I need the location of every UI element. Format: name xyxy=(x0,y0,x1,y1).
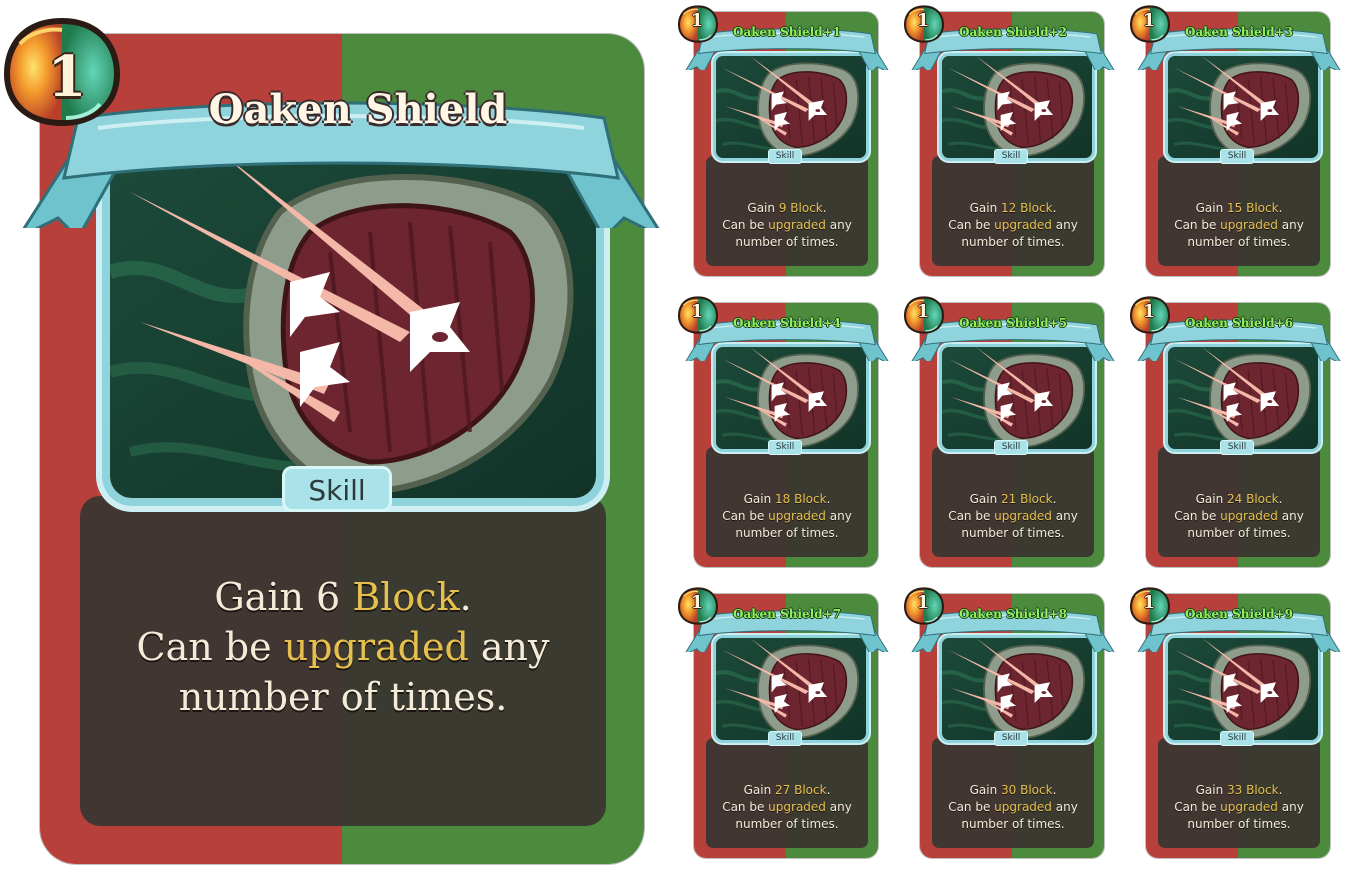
card-type-tag: Skill xyxy=(994,731,1028,746)
card-oaken-shield-upgrade[interactable]: Oaken Shield+6 Skill 1 Gain 24 Block. Can be… xyxy=(1136,301,1342,577)
card-cost: 1 xyxy=(1142,592,1156,613)
oaken-shield-art xyxy=(716,347,866,449)
keyword-block: Block xyxy=(1246,492,1279,506)
block-value: 24 xyxy=(1227,492,1243,506)
oaken-shield-art xyxy=(942,347,1092,449)
card-type-tag: Skill xyxy=(768,440,802,455)
card-cost: 1 xyxy=(916,301,930,322)
card-oaken-shield-upgrade[interactable]: Oaken Shield+4 Skill 1 Gain 18 Block. Can be… xyxy=(684,301,890,577)
block-value: 33 xyxy=(1227,783,1243,797)
block-value: 12 xyxy=(1001,201,1017,215)
keyword-upgraded: upgraded xyxy=(994,800,1052,814)
keyword-block: Block xyxy=(1246,201,1279,215)
card-title: Oaken Shield+8 xyxy=(958,607,1068,621)
card-title: Oaken Shield+6 xyxy=(1184,316,1294,330)
oaken-shield-art xyxy=(716,638,866,740)
block-value: 30 xyxy=(1001,783,1017,797)
keyword-block: Block xyxy=(794,783,827,797)
keyword-upgraded: upgraded xyxy=(768,800,826,814)
oaken-shield-art xyxy=(1168,638,1318,740)
card-title: Oaken Shield+5 xyxy=(958,316,1068,330)
keyword-block: Block xyxy=(1020,783,1053,797)
card-title: Oaken Shield+1 xyxy=(732,25,842,39)
card-type-tag: Skill xyxy=(1220,731,1254,746)
keyword-block: Block xyxy=(790,201,823,215)
card-type-tag: Skill xyxy=(1220,440,1254,455)
card-title: Oaken Shield+9 xyxy=(1184,607,1294,621)
card-cost: 1 xyxy=(916,592,930,613)
card-description: Gain 24 Block. Can be upgraded any number … xyxy=(1174,492,1304,540)
block-value: 21 xyxy=(1001,492,1017,506)
card-cost: 1 xyxy=(1142,301,1156,322)
card-title: Oaken Shield+4 xyxy=(732,316,842,330)
keyword-upgraded: upgraded xyxy=(1220,218,1278,232)
card-type-tag: Skill xyxy=(768,731,802,746)
block-value: 15 xyxy=(1227,201,1243,215)
oaken-shield-art xyxy=(1168,56,1318,158)
card-description: Gain 6 Block. Can be upgraded any number… xyxy=(136,575,550,719)
keyword-block: Block xyxy=(1246,783,1279,797)
keyword-upgraded: upgraded xyxy=(283,625,469,669)
card-cost: 1 xyxy=(690,10,704,31)
keyword-upgraded: upgraded xyxy=(1220,509,1278,523)
card-oaken-shield-upgrade[interactable]: Oaken Shield+2 Skill 1 Gain 12 Block. Can be… xyxy=(910,10,1116,286)
oaken-shield-art xyxy=(1168,347,1318,449)
card-oaken-shield-upgrade[interactable]: Oaken Shield+7 Skill 1 Gain 27 Block. Can be… xyxy=(684,592,890,868)
keyword-block: Block xyxy=(352,575,460,619)
card-cost: 1 xyxy=(690,592,704,613)
keyword-block: Block xyxy=(794,492,827,506)
card-description: Gain 18 Block. Can be upgraded any number … xyxy=(722,492,852,540)
keyword-upgraded: upgraded xyxy=(994,509,1052,523)
card-oaken-shield-upgrade[interactable]: Oaken Shield+9 Skill 1 Gain 33 Block. Can be… xyxy=(1136,592,1342,868)
card-description: Gain 12 Block. Can be upgraded any number … xyxy=(948,201,1078,249)
card-cost: 1 xyxy=(690,301,704,322)
card-oaken-shield-upgrade[interactable]: Oaken Shield+8 Skill 1 Gain 30 Block. Can be… xyxy=(910,592,1116,868)
keyword-upgraded: upgraded xyxy=(994,218,1052,232)
card-oaken-shield[interactable]: Oaken Shield Skill 1 Gain 6 Block. Can b… xyxy=(18,30,664,866)
card-type-tag: Skill xyxy=(768,149,802,164)
card-description: Gain 21 Block. Can be upgraded any number … xyxy=(948,492,1078,540)
card-type-tag: Skill xyxy=(282,466,392,512)
card-oaken-shield-upgrade[interactable]: Oaken Shield+5 Skill 1 Gain 21 Block. Can be… xyxy=(910,301,1116,577)
oaken-shield-art xyxy=(942,638,1092,740)
block-value: 27 xyxy=(775,783,791,797)
card-description: Gain 9 Block. Can be upgraded any number o… xyxy=(722,201,852,249)
keyword-upgraded: upgraded xyxy=(768,218,826,232)
card-cost: 1 xyxy=(47,44,87,110)
card-title: Oaken Shield+7 xyxy=(732,607,842,621)
card-title: Oaken Shield+2 xyxy=(958,25,1068,39)
card-cost: 1 xyxy=(916,10,930,31)
card-description: Gain 30 Block. Can be upgraded any number … xyxy=(948,783,1078,831)
keyword-block: Block xyxy=(1020,201,1053,215)
card-cost: 1 xyxy=(1142,10,1156,31)
card-description: Gain 27 Block. Can be upgraded any number … xyxy=(722,783,852,831)
oaken-shield-art xyxy=(716,56,866,158)
block-value: 9 xyxy=(778,201,787,215)
card-type-tag: Skill xyxy=(1220,149,1254,164)
keyword-upgraded: upgraded xyxy=(768,509,826,523)
card-type-tag: Skill xyxy=(994,440,1028,455)
oaken-shield-art xyxy=(942,56,1092,158)
card-oaken-shield-upgrade[interactable]: Oaken Shield+3 Skill 1 Gain 15 Block. Can be… xyxy=(1136,10,1342,286)
card-title: Oaken Shield+3 xyxy=(1184,25,1294,39)
card-title: Oaken Shield xyxy=(208,86,508,133)
card-description: Gain 33 Block. Can be upgraded any number … xyxy=(1174,783,1304,831)
keyword-block: Block xyxy=(1020,492,1053,506)
card-description: Gain 15 Block. Can be upgraded any number … xyxy=(1174,201,1304,249)
card-oaken-shield-upgrade[interactable]: Oaken Shield+1 Skill 1 Gain 9 Block. Can be … xyxy=(684,10,890,286)
card-type-tag: Skill xyxy=(994,149,1028,164)
block-value: 18 xyxy=(775,492,791,506)
keyword-upgraded: upgraded xyxy=(1220,800,1278,814)
